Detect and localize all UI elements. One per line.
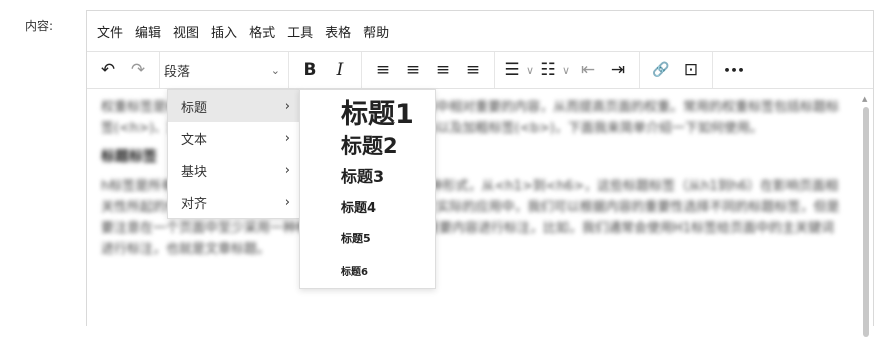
menu-item-headings[interactable]: 标题 › (168, 90, 300, 122)
heading-submenu: 标题1 标题2 标题3 标题4 标题5 标题6 (299, 89, 436, 289)
image-icon[interactable]: ⊡ (676, 56, 706, 84)
align-justify-icon[interactable]: ≡ (458, 56, 488, 84)
menu-item-label: 基块 (181, 164, 208, 180)
italic-button[interactable]: I (325, 56, 355, 84)
menu-edit[interactable]: 编辑 (133, 20, 163, 43)
scrollbar-thumb[interactable] (863, 107, 869, 337)
menu-item-label: 标题 (181, 100, 208, 116)
heading-6-option[interactable]: 标题6 (300, 254, 435, 286)
menu-tools[interactable]: 工具 (285, 20, 315, 43)
insert-group: 🔗 ⊡ (640, 52, 713, 88)
chevron-right-icon: › (284, 194, 290, 210)
undo-icon[interactable]: ↶ (93, 56, 123, 84)
menu-item-label: 文本 (181, 132, 208, 148)
heading-3-option[interactable]: 标题3 (300, 160, 435, 190)
chevron-right-icon: › (284, 162, 290, 178)
list-group: ☰ ∨ ☷ ∨ ⇤ ⇥ (495, 52, 640, 88)
heading-2-option[interactable]: 标题2 (300, 130, 435, 160)
menu-item-align[interactable]: 对齐 › (168, 186, 300, 218)
menu-help[interactable]: 帮助 (361, 20, 391, 43)
content-scrollbar[interactable]: ▲ (861, 93, 871, 337)
indent-icon[interactable]: ⇥ (603, 56, 633, 84)
align-right-icon[interactable]: ≡ (428, 56, 458, 84)
content-field-label: 内容: (25, 19, 54, 33)
bullet-list-icon[interactable]: ☰ (501, 56, 523, 84)
editor-menubar: 文件 编辑 视图 插入 格式 工具 表格 帮助 (87, 11, 873, 52)
numbered-list-icon[interactable]: ☷ (537, 56, 559, 84)
heading-4-option[interactable]: 标题4 (300, 190, 435, 222)
more-group: ••• (713, 52, 755, 88)
block-format-value: 段落 (164, 64, 191, 80)
menu-insert[interactable]: 插入 (209, 20, 239, 43)
block-format-select[interactable]: 段落 ⌄ (160, 52, 288, 88)
editor-toolbar: ↶ ↷ 段落 ⌄ B I ≡ ≡ ≡ ≡ ☰ ∨ ☷ ∨ ⇤ ⇥ 🔗 ⊡ ••• (87, 52, 873, 89)
chevron-down-icon: ⌄ (270, 63, 280, 77)
menu-item-blocks[interactable]: 基块 › (168, 154, 300, 186)
format-dropdown-menu: 标题 › 文本 › 基块 › 对齐 › (167, 89, 301, 219)
heading-5-option[interactable]: 标题5 (300, 222, 435, 254)
redo-icon[interactable]: ↷ (123, 56, 153, 84)
chevron-down-icon[interactable]: ∨ (559, 56, 573, 84)
chevron-right-icon: › (284, 130, 290, 146)
chevron-right-icon: › (284, 98, 290, 114)
menu-item-label: 对齐 (181, 196, 208, 212)
text-style-group: B I (289, 52, 362, 88)
history-group: ↶ ↷ (87, 52, 160, 88)
align-group: ≡ ≡ ≡ ≡ (362, 52, 495, 88)
chevron-down-icon[interactable]: ∨ (523, 56, 537, 84)
menu-item-text[interactable]: 文本 › (168, 122, 300, 154)
heading-1-option[interactable]: 标题1 (300, 92, 435, 130)
format-select-group: 段落 ⌄ (160, 52, 289, 88)
menu-file[interactable]: 文件 (95, 20, 125, 43)
link-icon[interactable]: 🔗 (646, 56, 676, 84)
scroll-up-icon[interactable]: ▲ (862, 95, 867, 103)
align-left-icon[interactable]: ≡ (368, 56, 398, 84)
menu-format[interactable]: 格式 (247, 20, 277, 43)
bold-button[interactable]: B (295, 56, 325, 84)
more-icon[interactable]: ••• (719, 56, 749, 84)
menu-table[interactable]: 表格 (323, 20, 353, 43)
outdent-icon[interactable]: ⇤ (573, 56, 603, 84)
align-center-icon[interactable]: ≡ (398, 56, 428, 84)
menu-view[interactable]: 视图 (171, 20, 201, 43)
